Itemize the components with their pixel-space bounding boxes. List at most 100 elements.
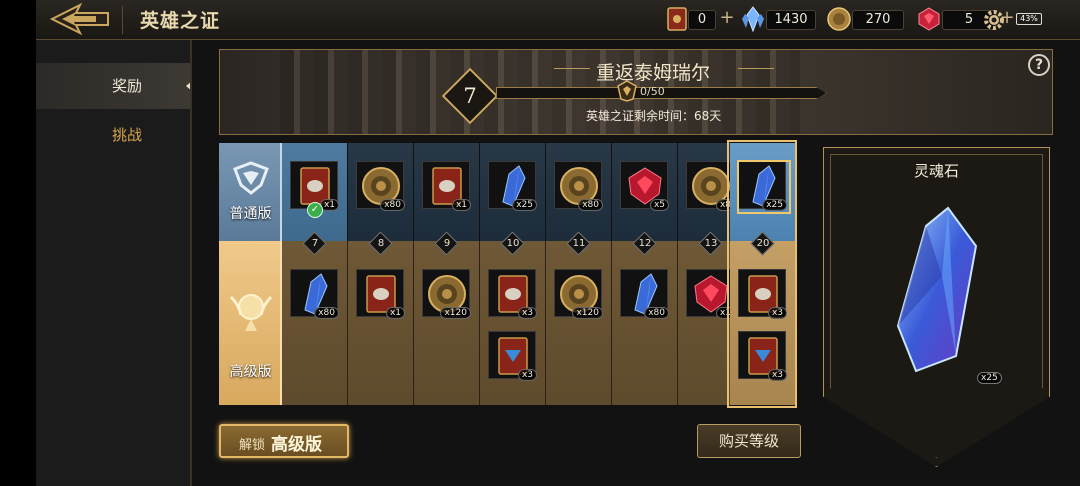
reward-quantity: x80 xyxy=(644,307,669,319)
level-number: 11 xyxy=(572,238,586,249)
sidebar: 奖励 挑战 xyxy=(36,40,192,486)
reward-item[interactable]: x80 xyxy=(356,161,405,211)
sidebar-item-rewards[interactable]: 奖励 xyxy=(36,63,192,109)
free-reward-cell: x5 xyxy=(612,143,678,241)
reward-item[interactable]: x3 xyxy=(488,269,537,319)
time-remaining: 英雄之证剩余时间：68天 xyxy=(586,109,722,123)
battery-indicator: 43% xyxy=(1016,13,1042,25)
level-number: 7 xyxy=(311,238,319,249)
reward-item[interactable]: x120 xyxy=(422,269,471,319)
unlock-premium-label: 高级版 xyxy=(271,435,322,455)
reward-item[interactable]: x1 ✓ xyxy=(290,161,339,218)
reward-column[interactable]: x1 ✓ x80 7 xyxy=(282,143,348,405)
reward-quantity: x3 xyxy=(517,307,537,319)
reward-item[interactable]: x3 xyxy=(738,331,787,381)
reward-item[interactable]: x80 xyxy=(290,269,339,319)
reward-item[interactable]: x5 xyxy=(620,161,669,211)
free-reward-cell: x80 xyxy=(348,143,414,241)
free-track-label: 普通版 xyxy=(219,143,282,241)
premium-track-emblem-icon xyxy=(229,294,273,331)
claimed-check-icon: ✓ xyxy=(307,202,323,218)
back-button[interactable] xyxy=(46,2,118,36)
title-separator xyxy=(122,6,123,34)
title-ornament-right xyxy=(738,68,774,69)
reward-item[interactable]: x80 xyxy=(620,269,669,319)
title-ornament-left xyxy=(554,68,590,69)
reward-quantity: x1 xyxy=(451,199,471,211)
sidebar-divider xyxy=(190,40,192,486)
reward-quantity: x25 xyxy=(512,199,537,211)
reward-column[interactable]: x25 x3 x3 20 xyxy=(730,143,797,405)
free-reward-cell: x80 xyxy=(546,143,612,241)
top-bar: 英雄之证 0 + 1430 270 5 + 43% xyxy=(36,0,1080,40)
current-level: 7 xyxy=(463,84,477,108)
reward-quantity: x3 xyxy=(767,369,787,381)
free-track-title: 普通版 xyxy=(229,206,272,222)
pass-ticket-count: 0 xyxy=(688,10,716,30)
add-ticket-button[interactable]: + xyxy=(718,9,736,28)
xp-crest-icon xyxy=(617,80,637,102)
reward-item[interactable]: x80 xyxy=(554,161,603,211)
level-number: 8 xyxy=(377,238,385,249)
blue-crystal-count: 1430 xyxy=(766,10,816,30)
reward-quantity: x3 xyxy=(517,369,537,381)
reward-column[interactable]: x5 x80 12 xyxy=(612,143,678,405)
page-title: 英雄之证 xyxy=(140,10,221,32)
level-number: 12 xyxy=(638,238,652,249)
reward-quantity: x80 xyxy=(380,199,405,211)
reward-quantity: x80 xyxy=(578,199,603,211)
screen-edge xyxy=(0,0,36,486)
reward-quantity: x80 xyxy=(314,307,339,319)
reward-item[interactable]: x3 xyxy=(738,269,787,319)
reward-item[interactable]: x1 xyxy=(686,269,735,319)
level-number: 9 xyxy=(443,238,451,249)
free-reward-cell: x25 xyxy=(480,143,546,241)
reward-quantity: x25 xyxy=(762,199,787,211)
sidebar-item-challenges[interactable]: 挑战 xyxy=(36,112,192,158)
reward-column[interactable]: x80 x1 8 xyxy=(348,143,414,405)
reward-column[interactable]: x1 x120 9 xyxy=(414,143,480,405)
gold-coin-icon xyxy=(827,7,851,31)
premium-reward-cell: x1 xyxy=(348,241,414,405)
buy-levels-button[interactable]: 购买等级 xyxy=(697,424,801,458)
free-reward-cell: x25 xyxy=(730,143,797,241)
season-banner: 重返泰姆瑞尔 ? 7 0/50 英雄之证剩余时间：68天 xyxy=(219,49,1053,135)
reward-item[interactable]: x25 xyxy=(738,161,787,211)
reward-quantity: x3 xyxy=(767,307,787,319)
premium-track-title: 高级版 xyxy=(229,364,272,380)
gear-icon[interactable] xyxy=(982,8,1006,32)
premium-reward-cell: x120 xyxy=(414,241,480,405)
reward-item[interactable]: x1 xyxy=(356,269,405,319)
reward-column[interactable]: x25 x3 x3 10 xyxy=(480,143,546,405)
unlock-prefix-label: 解锁 xyxy=(239,438,266,453)
ticket-card-icon xyxy=(667,7,687,31)
reward-column[interactable]: x80 x120 11 xyxy=(546,143,612,405)
premium-reward-cell: x80 xyxy=(282,241,348,405)
reward-track: 普通版 高级版 x1 ✓ x80 7 x80 x1 8 x1 x120 9 x25 x3 x3 10 x80… xyxy=(219,143,797,405)
reward-item[interactable]: x25 xyxy=(488,161,537,211)
reward-item[interactable]: x120 xyxy=(554,269,603,319)
premium-reward-cell: x120 xyxy=(546,241,612,405)
unlock-premium-button[interactable]: 解锁 高级版 xyxy=(219,424,349,458)
season-title: 重返泰姆瑞尔 xyxy=(596,62,711,84)
reward-quantity: x120 xyxy=(572,307,603,319)
help-button[interactable]: ? xyxy=(1028,54,1050,76)
soul-stone-crystal-icon xyxy=(896,206,978,373)
reward-item[interactable]: x1 xyxy=(422,161,471,211)
premium-track-label: 高级版 xyxy=(219,241,282,405)
back-arrow-icon xyxy=(49,2,109,36)
xp-progress-text: 0/50 xyxy=(640,85,665,98)
free-track-emblem-icon xyxy=(233,161,269,195)
battle-pass-screen: 英雄之证 0 + 1430 270 5 + 43% 奖励 挑战 重返泰姆瑞尔 ?… xyxy=(0,0,1080,486)
blue-crystal-icon xyxy=(742,6,764,32)
free-reward-cell: x1 xyxy=(414,143,480,241)
free-reward-cell: x1 ✓ xyxy=(282,143,348,241)
level-number: 10 xyxy=(506,238,520,249)
gold-coin-count: 270 xyxy=(852,10,904,30)
premium-reward-cell: x3 x3 xyxy=(730,241,797,405)
red-gem-icon xyxy=(918,7,940,31)
reward-item[interactable]: x8 xyxy=(686,161,735,211)
premium-reward-cell: x3 x3 xyxy=(480,241,546,405)
reward-quantity: x1 xyxy=(385,307,405,319)
reward-item[interactable]: x3 xyxy=(488,331,537,381)
